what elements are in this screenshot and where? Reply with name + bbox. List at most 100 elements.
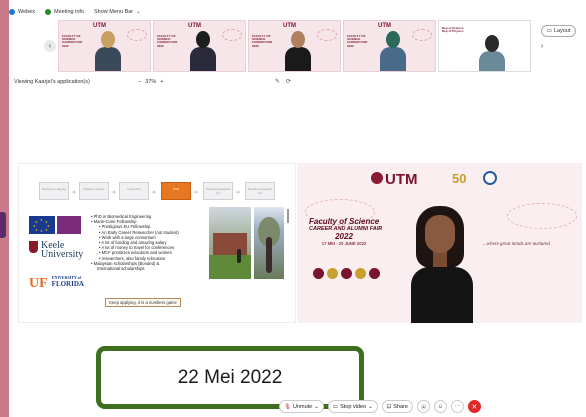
participants-button[interactable]: ⓐ xyxy=(416,400,430,413)
chevron-down-icon: ⌄ xyxy=(136,9,141,15)
university-of-florida-logo: UF UNIVERSITY of FLORIDA xyxy=(29,274,84,292)
unmute-label: Unmute xyxy=(292,403,313,410)
chevron-down-icon: ⌄ xyxy=(314,403,319,410)
share-label: Share xyxy=(393,403,408,410)
tile-utm-logo: UTM xyxy=(93,23,106,29)
participant-video xyxy=(95,31,121,71)
tile-decoration xyxy=(127,29,147,41)
tile-banner-graphic: Dep of Science Dep of Physics xyxy=(442,26,464,34)
tile-utm-logo: UTM xyxy=(378,23,391,29)
tile-banner-graphic: FACULTY OF SCIENCE CAREER FAIR 2022 xyxy=(157,34,178,48)
tile-banner-graphic: FACULTY OF SCIENCE CAREER FAIR 2022 xyxy=(62,34,83,48)
flow-step-active: PhD xyxy=(161,182,191,200)
utm-logo: UTM xyxy=(385,171,418,188)
strip-prev-button[interactable]: ‹ xyxy=(44,40,56,52)
zoom-level: 37% xyxy=(145,79,157,85)
layout-label: Layout xyxy=(553,28,571,34)
strip-next-button[interactable]: › xyxy=(536,40,548,52)
participant-video xyxy=(285,31,311,71)
tile-utm-logo: UTM xyxy=(188,23,201,29)
arrow-right-icon: ➜ xyxy=(71,190,77,196)
more-icon: ⋯ xyxy=(454,403,461,410)
unmute-button[interactable]: 🎙 Unmute ⌄ xyxy=(279,400,324,413)
participant-tile[interactable]: Dep of Science Dep of Physics xyxy=(438,20,531,72)
zoom-out-button[interactable]: − xyxy=(138,79,141,85)
event-badges xyxy=(313,268,380,279)
tile-decoration xyxy=(222,29,242,41)
tile-banner-graphic: FACULTY OF SCIENCE CAREER FAIR 2022 xyxy=(252,34,273,48)
arrow-right-icon: ➜ xyxy=(151,190,157,196)
flow-step: Master's degree xyxy=(79,182,109,200)
tile-utm-logo: UTM xyxy=(283,23,296,29)
flow-step: Postdoc Research (2) xyxy=(245,182,275,200)
layout-icon: ▭ xyxy=(546,28,552,34)
arrow-right-icon: ➜ xyxy=(111,190,117,196)
zoom-control: − 37% + xyxy=(138,79,163,85)
flow-step: Internship xyxy=(119,182,149,200)
keele-logo-text: Keele University xyxy=(41,240,84,260)
event-title-year: 2022 xyxy=(335,232,353,241)
participant-video xyxy=(190,31,216,71)
layout-button[interactable]: ▭ Layout xyxy=(541,25,576,37)
participant-video xyxy=(479,35,505,71)
info-icon xyxy=(45,9,52,15)
webex-menu[interactable]: Webex xyxy=(9,9,35,15)
flow-step: Bachelor's degree xyxy=(39,182,69,200)
fit-view-icon[interactable]: ⟳ xyxy=(286,78,291,85)
event-title-line1: Faculty of Science xyxy=(309,217,380,226)
keep-applying-callout: Keep applying, it is a numbers game xyxy=(105,298,181,307)
participant-tile[interactable]: UTM FACULTY OF SCIENCE CAREER FAIR 2022 xyxy=(343,20,436,72)
meeting-info-menu[interactable]: Meeting info xyxy=(45,9,84,15)
left-window-edge xyxy=(0,0,9,417)
slide-bullet-list: PhD in Biomedical Engineering Marie-Curi… xyxy=(91,214,201,271)
stop-video-button[interactable]: ▭ Stop video ⌄ xyxy=(327,400,378,413)
microphone-muted-icon: 🎙 xyxy=(284,403,291,410)
webex-meeting-window: Webex Meeting info Show Menu Bar ⌄ ‹ UTM… xyxy=(0,0,586,417)
smiley-icon: ☺ xyxy=(437,403,444,410)
participants-icon: ⓐ xyxy=(420,404,427,411)
share-screen-icon: ⊡ xyxy=(386,403,392,410)
viewing-status: Viewing Kaarjel's application(s) xyxy=(14,79,90,85)
show-menu-bar-toggle[interactable]: Show Menu Bar ⌄ xyxy=(94,9,141,15)
participant-tile[interactable]: UTM FACULTY OF SCIENCE CAREER FAIR 2022 xyxy=(153,20,246,72)
flow-step: Postdoc Research (1) xyxy=(203,182,233,200)
stop-video-label: Stop video xyxy=(340,403,367,410)
meeting-info-label: Meeting info xyxy=(54,9,84,15)
zoom-in-button[interactable]: + xyxy=(160,79,163,85)
chevron-down-icon: ⌄ xyxy=(368,403,373,410)
faculty-round-logo xyxy=(483,171,497,185)
eu-flag-logo: ★ ★ ★ ★ ★ ★ ★ ★ xyxy=(29,216,55,234)
side-handle[interactable] xyxy=(0,212,6,238)
event-dates: 17 MEI - 20 JUNE 2022 xyxy=(321,241,367,246)
participant-video-strip: UTM FACULTY OF SCIENCE CAREER FAIR 2022 UT… xyxy=(58,20,534,72)
share-button[interactable]: ⊡ Share xyxy=(381,400,413,413)
participant-tile[interactable]: UTM FACULTY OF SCIENCE CAREER FAIR 2022 xyxy=(58,20,151,72)
arrow-right-icon: ➜ xyxy=(193,190,199,196)
slide-scrollbar[interactable] xyxy=(287,209,289,223)
shared-content-slide: Bachelor's degree ➜ Master's degree ➜ In… xyxy=(18,163,296,323)
webex-label: Webex xyxy=(18,9,36,15)
close-icon: ✕ xyxy=(471,403,478,411)
view-tools: ✎ ⟳ xyxy=(275,78,291,85)
keele-shield-icon xyxy=(29,241,38,253)
annotate-icon[interactable]: ✎ xyxy=(275,78,280,85)
uf-mark: UF xyxy=(29,276,48,291)
portrait-photo xyxy=(254,207,284,279)
end-call-button[interactable]: ✕ xyxy=(467,400,481,413)
webex-icon xyxy=(9,9,15,15)
camera-icon: ▭ xyxy=(332,403,339,410)
keele-university-logo: Keele University xyxy=(29,240,84,260)
tile-decoration xyxy=(412,29,432,41)
event-slogan: ...where great minds are nurtured xyxy=(483,242,550,247)
top-menu-bar: Webex Meeting info Show Menu Bar ⌄ xyxy=(9,6,141,18)
background-swirl xyxy=(507,203,577,229)
reactions-button[interactable]: ☺ xyxy=(433,400,447,413)
uf-line2: FLORIDA xyxy=(51,280,84,288)
arrow-right-icon: ➜ xyxy=(235,190,241,196)
show-menu-bar-label: Show Menu Bar xyxy=(94,9,134,15)
meeting-controls: 🎙 Unmute ⌄ ▭ Stop video ⌄ ⊡ Share ⓐ ☺ ⋯ … xyxy=(279,400,481,413)
more-options-button[interactable]: ⋯ xyxy=(450,400,464,413)
active-speaker-video: UTM 50 Faculty of Science CAREER AND ALU… xyxy=(297,163,582,323)
participant-video xyxy=(380,31,406,71)
participant-tile[interactable]: UTM FACULTY OF SCIENCE CAREER FAIR 2022 xyxy=(248,20,341,72)
